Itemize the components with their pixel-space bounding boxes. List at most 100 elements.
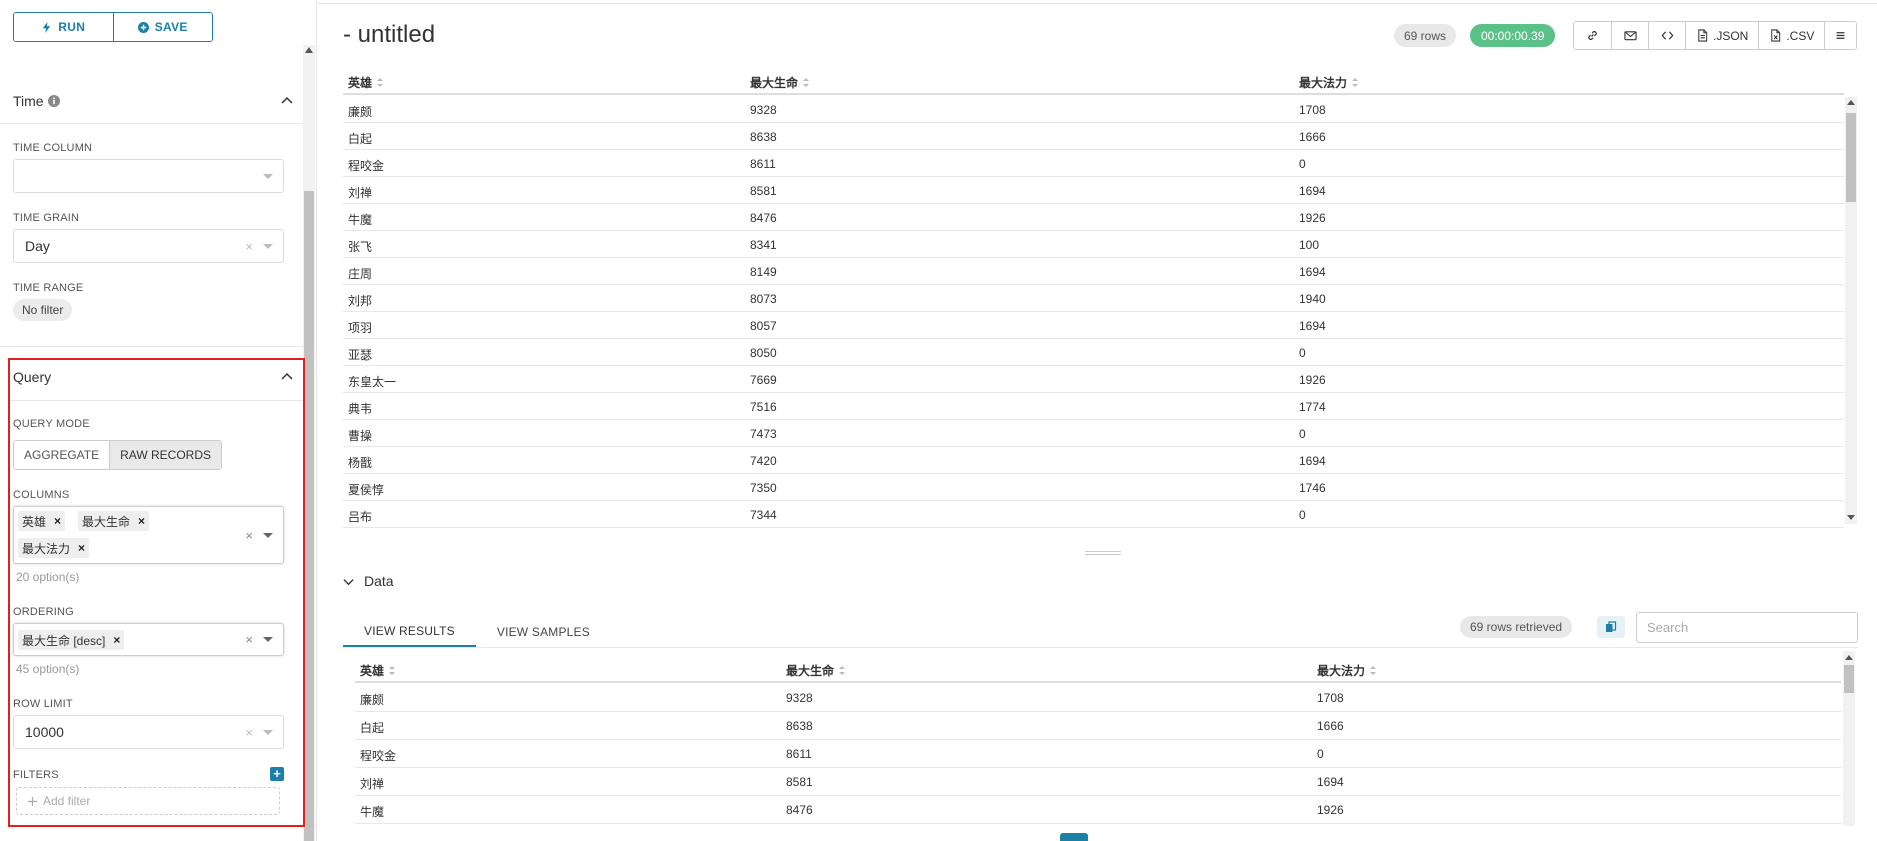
sort-icon[interactable]: [1352, 78, 1359, 87]
data-table-scrollbar-thumb[interactable]: [1844, 665, 1854, 693]
save-button[interactable]: SAVE: [112, 13, 212, 41]
search-input[interactable]: [1636, 612, 1858, 643]
remove-tag-icon[interactable]: ×: [113, 633, 120, 647]
table-row[interactable]: 杨戬 7420 1694: [343, 447, 1844, 474]
clear-icon[interactable]: ×: [245, 239, 253, 254]
column-header[interactable]: 最大生命: [786, 662, 846, 679]
scroll-up-arrow-icon[interactable]: [1845, 655, 1853, 660]
scroll-down-arrow-icon[interactable]: [1847, 515, 1855, 520]
table-row[interactable]: 廉颇 9328 1708: [343, 96, 1844, 123]
table-row[interactable]: 刘禅 8581 1694: [343, 177, 1844, 204]
table-row[interactable]: 刘邦 8073 1940: [343, 285, 1844, 312]
copy-to-clipboard-button[interactable]: [1597, 616, 1625, 638]
divider: [0, 123, 303, 124]
time-range-pill[interactable]: No filter: [13, 299, 73, 321]
table-row[interactable]: 典韦 7516 1774: [343, 393, 1844, 420]
data-panel-header[interactable]: Data: [343, 573, 394, 589]
columns-multiselect[interactable]: 英雄 × 最大生命 × 最大法力 × ×: [13, 506, 284, 564]
query-section-header[interactable]: Query: [13, 366, 293, 388]
dropdown-caret-icon[interactable]: [263, 637, 273, 642]
table-row[interactable]: 东皇太一 7669 1926: [343, 366, 1844, 393]
tab-view-samples[interactable]: VIEW SAMPLES: [476, 617, 611, 647]
sort-icon[interactable]: [389, 666, 396, 675]
table-row[interactable]: 亚瑟 8050 0: [343, 339, 1844, 366]
clear-icon[interactable]: ×: [245, 528, 253, 543]
filters-label: FILTERS: [13, 769, 59, 781]
column-header-label: 英雄: [360, 664, 385, 678]
table-cell: 8581: [786, 775, 813, 789]
table-cell: 8638: [786, 719, 813, 733]
time-column-select[interactable]: [13, 159, 284, 193]
panel-scrollbar-thumb[interactable]: [304, 191, 314, 841]
table-row[interactable]: 吕布 7344 0: [343, 501, 1844, 528]
table-cell: 典韦: [348, 402, 373, 416]
table-row[interactable]: 白起 8638 1666: [343, 123, 1844, 150]
table-row[interactable]: 白起 8638 1666: [355, 712, 1841, 740]
raw-records-mode-button[interactable]: RAW RECORDS: [109, 441, 222, 469]
table-row[interactable]: 牛魔 8476 1926: [343, 204, 1844, 231]
ordering-multiselect[interactable]: 最大生命 [desc] × ×: [13, 623, 284, 656]
remove-tag-icon[interactable]: ×: [54, 514, 61, 528]
export-json-button[interactable]: .JSON: [1685, 22, 1759, 49]
table-cell: 1774: [1299, 400, 1326, 414]
column-header[interactable]: 最大生命: [750, 74, 810, 91]
table-row[interactable]: 程咬金 8611 0: [343, 150, 1844, 177]
more-menu-button[interactable]: [1824, 22, 1857, 49]
chevron-down-icon[interactable]: [343, 576, 354, 587]
sort-icon[interactable]: [839, 666, 846, 675]
tab-view-results[interactable]: VIEW RESULTS: [343, 617, 476, 647]
table-row[interactable]: 项羽 8057 1694: [343, 312, 1844, 339]
add-filter-button[interactable]: Add filter: [16, 787, 280, 815]
column-header[interactable]: 最大法力: [1317, 662, 1377, 679]
info-icon: [47, 95, 60, 107]
aggregate-mode-button[interactable]: AGGREGATE: [14, 441, 110, 469]
time-grain-select[interactable]: Day ×: [13, 229, 284, 263]
clear-icon[interactable]: ×: [245, 632, 253, 647]
add-filter-plus-button[interactable]: +: [270, 767, 284, 781]
sort-icon[interactable]: [1370, 666, 1377, 675]
table-row[interactable]: 牛魔 8476 1926: [355, 796, 1841, 824]
table-cell: 刘邦: [348, 294, 373, 308]
table-cell: 8149: [750, 265, 777, 279]
remove-tag-icon[interactable]: ×: [78, 541, 85, 555]
resize-handle[interactable]: [1085, 551, 1121, 555]
table-row[interactable]: 廉颇 9328 1708: [355, 684, 1841, 712]
table-cell: 牛魔: [348, 213, 373, 227]
row-limit-select[interactable]: 10000 ×: [13, 715, 284, 749]
data-table-scrollbar[interactable]: [1843, 651, 1855, 826]
column-header[interactable]: 最大法力: [1299, 74, 1359, 91]
ordering-label: ORDERING: [13, 606, 74, 618]
hamburger-icon: [1836, 32, 1845, 39]
top-divider: [318, 3, 1877, 4]
table-row[interactable]: 庄周 8149 1694: [343, 258, 1844, 285]
column-header[interactable]: 英雄: [348, 74, 384, 91]
time-section-header[interactable]: Time: [13, 90, 293, 112]
chevron-up-icon[interactable]: [281, 95, 293, 107]
remove-tag-icon[interactable]: ×: [138, 514, 145, 528]
chevron-up-icon[interactable]: [281, 371, 293, 383]
embed-code-button[interactable]: [1648, 22, 1685, 49]
export-csv-button[interactable]: .CSV: [1758, 22, 1825, 49]
table-cell: 1694: [1299, 319, 1326, 333]
table-row[interactable]: 刘禅 8581 1694: [355, 768, 1841, 796]
table-row[interactable]: 夏侯惇 7350 1746: [343, 474, 1844, 501]
table-row[interactable]: 曹操 7473 0: [343, 420, 1844, 447]
scroll-up-arrow-icon[interactable]: [305, 47, 313, 53]
sort-icon[interactable]: [377, 78, 384, 87]
email-button[interactable]: [1611, 22, 1648, 49]
link-button[interactable]: [1574, 22, 1611, 49]
dropdown-caret-icon[interactable]: [263, 533, 273, 538]
table-row[interactable]: 程咬金 8611 0: [355, 740, 1841, 768]
result-table-scrollbar[interactable]: [1845, 97, 1857, 524]
page-title[interactable]: - untitled: [343, 21, 435, 49]
sort-icon[interactable]: [803, 78, 810, 87]
data-table: 英雄 最大生命 最大法力 廉颇 9328 1708 白起 8638 1666 程咬金 8611…: [355, 655, 1841, 825]
clear-icon[interactable]: ×: [245, 725, 253, 740]
column-header[interactable]: 英雄: [360, 662, 396, 679]
table-row[interactable]: 张飞 8341 100: [343, 231, 1844, 258]
scroll-up-arrow-icon[interactable]: [1847, 100, 1855, 105]
result-table-scrollbar-thumb[interactable]: [1846, 113, 1856, 202]
run-button[interactable]: RUN: [14, 13, 113, 41]
table-cell: 杨戬: [348, 456, 373, 470]
pagination-button[interactable]: [1060, 833, 1088, 841]
